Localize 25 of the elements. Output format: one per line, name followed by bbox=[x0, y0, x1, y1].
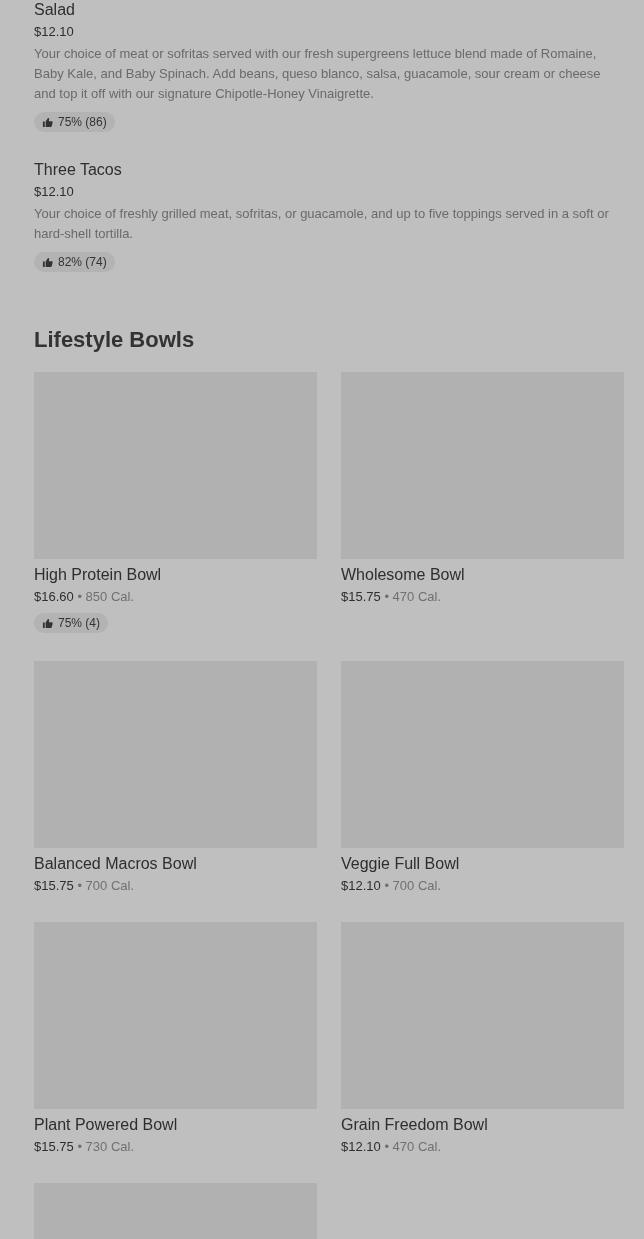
card-title[interactable]: Balanced Macros Bowl bbox=[34, 854, 317, 874]
item-description: Your choice of meat or sofritas served with our fresh supergreens lettuce blend made of Romaine, Baby Kale, and Baby Spinach. Add beans, queso blanco, salsa, guacamole, sour cream or cheese and top it off with our signature Chipotle-Honey Vinaigrette. bbox=[34, 45, 602, 103]
card-title[interactable]: Plant Powered Bowl bbox=[34, 1115, 317, 1135]
item-price: $12.10 bbox=[34, 184, 75, 200]
rating-text: 75% (86) bbox=[58, 115, 107, 129]
item-name[interactable]: Three Tacos bbox=[34, 160, 624, 180]
card-price-line: $15.75 • 700 Cal. bbox=[34, 878, 135, 894]
card-price-line: $15.75 • 730 Cal. bbox=[34, 1139, 135, 1155]
thumbs-up-icon bbox=[42, 116, 53, 128]
item-description: Your choice of freshly grilled meat, sofritas, or guacamole, and up to five toppings served in a soft or hard-shell tortilla. bbox=[34, 205, 610, 243]
section-title: Lifestyle Bowls bbox=[34, 326, 196, 354]
card-price-line: $16.60 • 850 Cal. bbox=[34, 589, 135, 605]
item-name[interactable]: Salad bbox=[34, 0, 624, 20]
item-price: $12.10 bbox=[34, 24, 75, 40]
card-price-line: $12.10 • 470 Cal. bbox=[341, 1139, 442, 1155]
card-price-line: $12.10 • 700 Cal. bbox=[341, 878, 442, 894]
rating-text: 82% (74) bbox=[58, 255, 107, 269]
rating-text: 75% (4) bbox=[58, 616, 101, 630]
card-price-line: $15.75 • 470 Cal. bbox=[341, 589, 442, 605]
card-title[interactable]: Grain Freedom Bowl bbox=[341, 1115, 624, 1135]
card-title[interactable]: Wholesome Bowl bbox=[341, 565, 624, 585]
thumbs-up-icon bbox=[42, 256, 53, 268]
card-title[interactable]: High Protein Bowl bbox=[34, 565, 317, 585]
card-title[interactable]: Veggie Full Bowl bbox=[341, 854, 624, 874]
thumbs-up-icon bbox=[42, 617, 53, 629]
